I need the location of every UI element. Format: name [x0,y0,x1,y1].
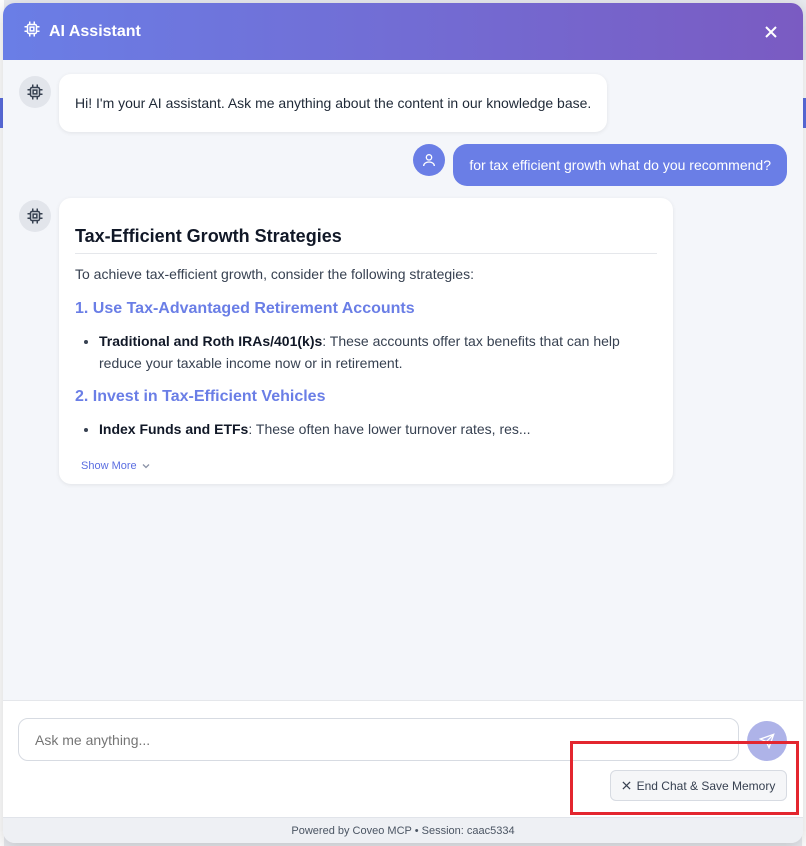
greeting-bubble: Hi! I'm your AI assistant. Ask me anythi… [59,74,608,132]
section-list: Index Funds and ETFs: These often have l… [75,418,657,440]
message-input[interactable] [18,718,739,761]
close-button[interactable] [759,20,783,44]
user-avatar [413,144,446,176]
show-more-button[interactable]: Show More [81,460,151,472]
chat-panel: AI Assistant Hi! I'm your AI assistant. … [3,3,803,843]
header-title-group: AI Assistant [23,20,141,43]
section-list: Traditional and Roth IRAs/401(k)s: These… [75,330,657,374]
user-icon [423,154,436,167]
chat-header: AI Assistant [3,3,803,60]
bot-message-greeting: Hi! I'm your AI assistant. Ask me anythi… [19,74,787,132]
section-heading: 1. Use Tax-Advantaged Retirement Account… [75,300,415,317]
close-icon [622,781,631,790]
chevron-down-icon [142,464,150,469]
section-heading: 2. Invest in Tax-Efficient Vehicles [75,388,326,405]
header-title: AI Assistant [49,22,141,40]
bot-avatar [19,76,51,108]
user-message: for tax efficient growth what do you rec… [19,144,787,186]
footer: Powered by Coveo MCP • Session: caac5334 [3,817,803,843]
close-icon [765,25,777,38]
list-item-bold: Index Funds and ETFs [99,421,249,437]
send-button[interactable] [747,721,787,761]
message-list: Hi! I'm your AI assistant. Ask me anythi… [3,60,803,700]
response-intro: To achieve tax-efficient growth, conside… [75,266,474,282]
end-chat-label: End Chat & Save Memory [636,778,776,793]
composer: End Chat & Save Memory [3,700,803,817]
chip-icon [23,20,41,43]
bot-message-response: Tax-Efficient Growth Strategies To achie… [19,198,787,484]
list-item-bold: Traditional and Roth IRAs/401(k)s [99,333,323,349]
list-item: Index Funds and ETFs: These often have l… [99,418,657,440]
end-chat-button[interactable]: End Chat & Save Memory [610,770,787,801]
show-more-label: Show More [81,460,137,472]
chip-icon [27,84,43,100]
chip-icon [27,208,43,224]
list-item: Traditional and Roth IRAs/401(k)s: These… [99,330,657,374]
user-query-bubble: for tax efficient growth what do you rec… [453,144,787,186]
list-item-text: : These often have lower turnover rates,… [248,421,531,437]
response-title: Tax-Efficient Growth Strategies [75,226,657,254]
bot-avatar [19,200,51,232]
send-icon [759,733,775,749]
response-bubble: Tax-Efficient Growth Strategies To achie… [59,198,673,484]
